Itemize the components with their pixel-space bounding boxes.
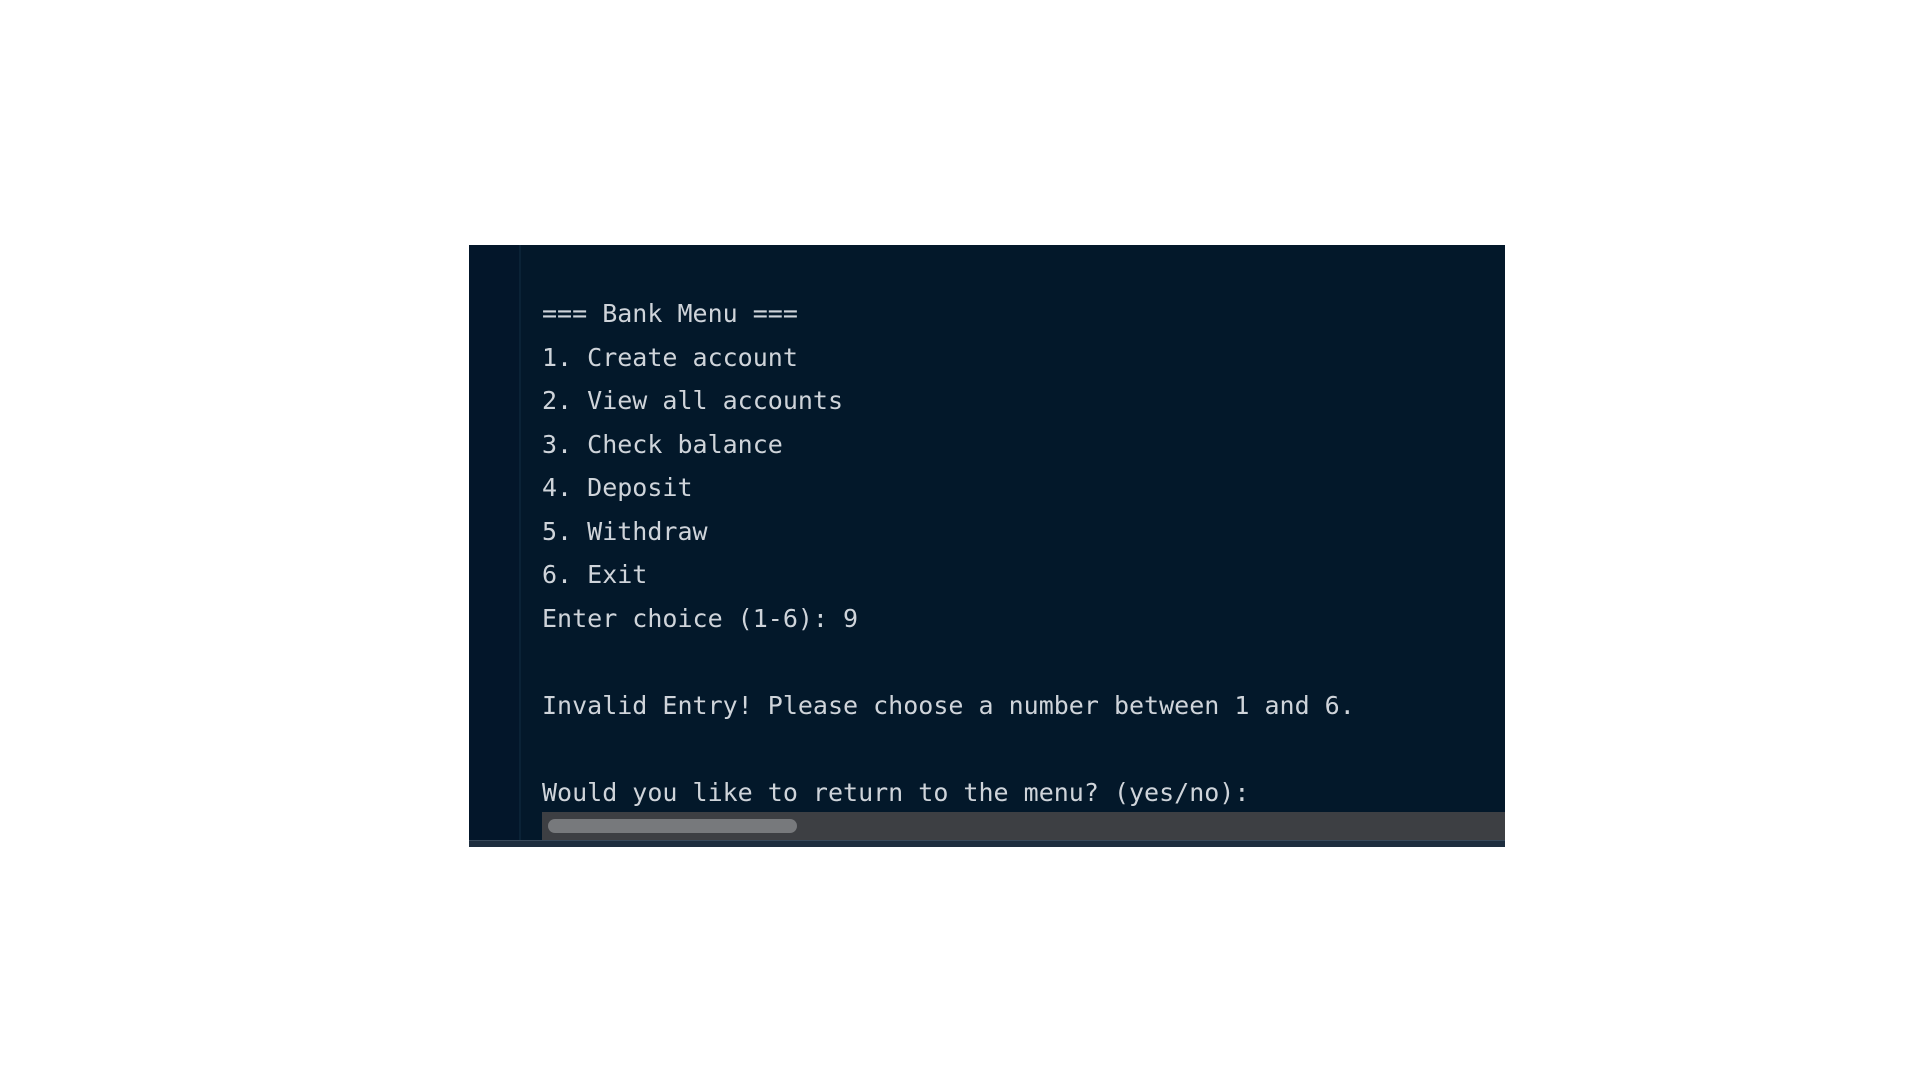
error-message-line: Invalid Entry! Please choose a number be… <box>542 690 1355 720</box>
return-prompt-line[interactable]: Would you like to return to the menu? (y… <box>542 771 1355 815</box>
horizontal-scrollbar[interactable] <box>542 812 1505 840</box>
choice-prompt-line: Enter choice (1-6): 9 <box>542 603 859 633</box>
menu-option-withdraw: 5. Withdraw <box>542 516 708 546</box>
console-gutter <box>469 245 521 840</box>
panel-bottom-border <box>469 840 1505 847</box>
menu-option-view-accounts: 2. View all accounts <box>542 386 844 415</box>
console-output[interactable]: === Bank Menu === 1. Create account 2. V… <box>542 292 1355 814</box>
menu-option-create-account: 1. Create account <box>542 342 798 372</box>
horizontal-scrollbar-thumb[interactable] <box>548 819 797 833</box>
menu-option-deposit: 4. Deposit <box>542 473 693 502</box>
menu-option-check-balance: 3. Check balance <box>542 429 783 459</box>
console-panel[interactable]: === Bank Menu === 1. Create account 2. V… <box>469 245 1505 847</box>
menu-option-exit: 6. Exit <box>542 560 648 589</box>
menu-title-line: === Bank Menu === <box>542 299 798 328</box>
